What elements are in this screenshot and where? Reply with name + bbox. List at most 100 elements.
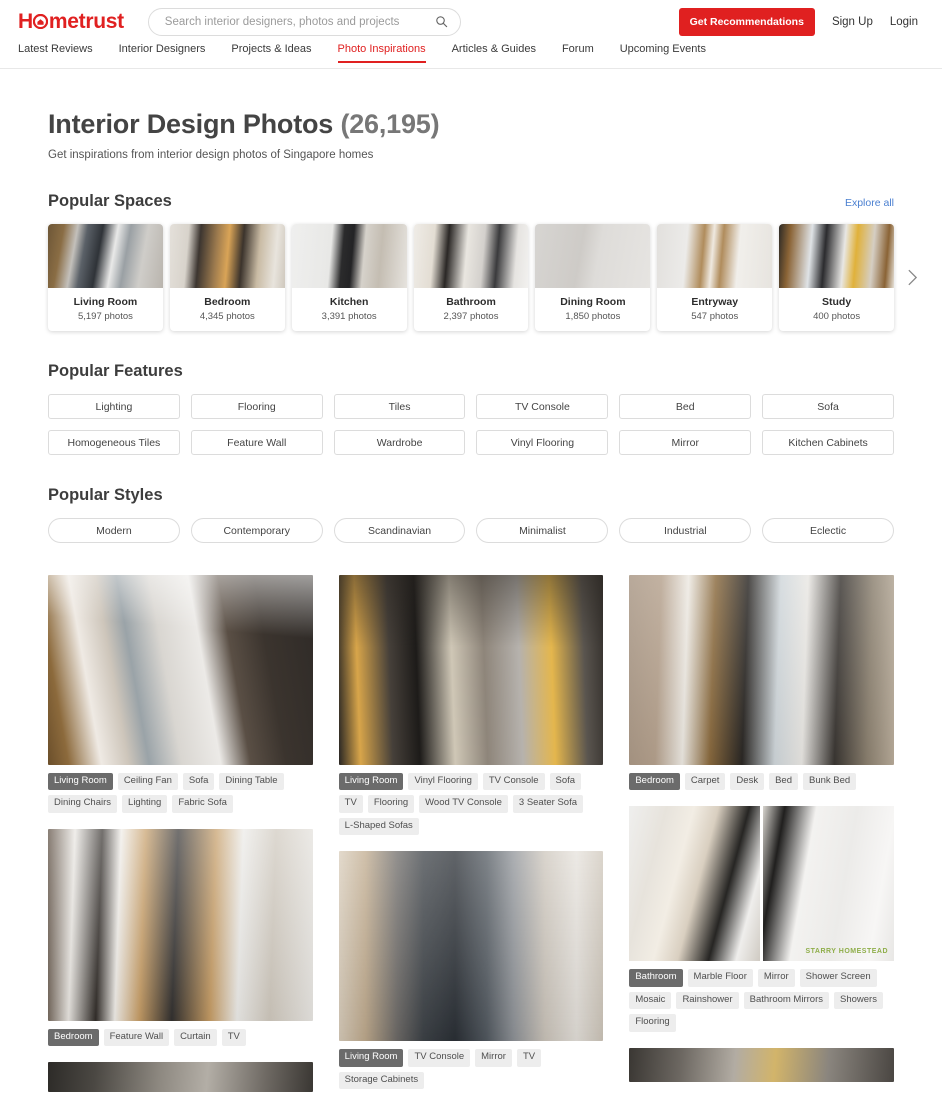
- photo-tag[interactable]: L-Shaped Sofas: [338, 817, 419, 836]
- photo-tag[interactable]: Bed: [769, 773, 798, 791]
- photo-card[interactable]: Bedroom Feature Wall Curtain TV: [48, 828, 313, 1047]
- photo-tag-primary[interactable]: Bedroom: [48, 1028, 99, 1047]
- photo-tag[interactable]: Mosaic: [629, 991, 672, 1010]
- photo-tag[interactable]: Mirror: [757, 969, 795, 987]
- photo-card[interactable]: [48, 1062, 313, 1093]
- photo-tag[interactable]: Vinyl Flooring: [408, 773, 478, 791]
- photo-tag[interactable]: Dining Table: [219, 773, 284, 791]
- login-link[interactable]: Login: [890, 16, 918, 28]
- photo-tag[interactable]: Ceiling Fan: [117, 773, 178, 791]
- photo-tag[interactable]: Dining Chairs: [48, 795, 118, 813]
- photo-tag[interactable]: Sofa: [549, 773, 582, 791]
- feature-chip-sofa[interactable]: Sofa: [762, 394, 894, 419]
- nav-item-latest-reviews[interactable]: Latest Reviews: [14, 43, 106, 63]
- feature-chip-homogeneous-tiles[interactable]: Homogeneous Tiles: [48, 430, 180, 455]
- nav-item-articles-guides[interactable]: Articles & Guides: [439, 43, 549, 63]
- photo-tag-primary[interactable]: Living Room: [338, 773, 404, 791]
- feature-chip-bed[interactable]: Bed: [619, 394, 752, 419]
- photo-tag[interactable]: Rainshower: [676, 991, 739, 1010]
- feature-chip-kitchen-cabinets[interactable]: Kitchen Cabinets: [762, 430, 894, 455]
- photo-image-bunk-bedroom[interactable]: [629, 575, 895, 765]
- photo-tag[interactable]: Flooring: [629, 1014, 676, 1032]
- photo-tag[interactable]: Marble Floor: [687, 969, 753, 987]
- photo-tag[interactable]: 3 Seater Sofa: [512, 795, 583, 813]
- sign-up-link[interactable]: Sign Up: [832, 16, 873, 28]
- space-card-entryway[interactable]: Entryway 547 photos: [657, 224, 773, 331]
- style-chip-minimalist[interactable]: Minimalist: [476, 518, 609, 543]
- photo-tag[interactable]: Feature Wall: [103, 1028, 170, 1047]
- photo-card[interactable]: [629, 1047, 895, 1082]
- nav-item-interior-designers[interactable]: Interior Designers: [106, 43, 219, 63]
- feature-chip-wardrobe[interactable]: Wardrobe: [333, 430, 466, 455]
- photo-image-living-room-tv[interactable]: [338, 575, 604, 765]
- space-name: Entryway: [691, 296, 739, 308]
- space-card-dining-room[interactable]: Dining Room 1,850 photos: [535, 224, 651, 331]
- space-card-bedroom[interactable]: Bedroom 4,345 photos: [169, 224, 285, 331]
- feature-chip-tiles[interactable]: Tiles: [333, 394, 466, 419]
- photo-tag-primary[interactable]: Living Room: [48, 773, 113, 791]
- photo-card[interactable]: Living Room TV Console Mirror TV Storage…: [338, 851, 604, 1090]
- photo-tag[interactable]: Showers: [833, 991, 883, 1010]
- photo-card[interactable]: STARRY HOMESTEAD Bathroom Marble Floor M…: [629, 806, 895, 1032]
- photo-tag[interactable]: TV Console: [408, 1049, 471, 1067]
- photo-tag[interactable]: Fabric Sofa: [172, 795, 233, 813]
- photo-tag[interactable]: Sofa: [182, 773, 215, 791]
- style-chip-modern[interactable]: Modern: [48, 518, 180, 543]
- space-card-kitchen[interactable]: Kitchen 3,391 photos: [291, 224, 407, 331]
- nav-item-photo-inspirations[interactable]: Photo Inspirations: [325, 43, 439, 63]
- search-bar[interactable]: [147, 7, 461, 36]
- style-chip-contemporary[interactable]: Contemporary: [190, 518, 323, 543]
- photo-tag[interactable]: Flooring: [367, 795, 415, 813]
- feature-chip-mirror[interactable]: Mirror: [619, 430, 752, 455]
- photo-image-living-dining[interactable]: [48, 575, 313, 765]
- photo-card[interactable]: Living Room Ceiling Fan Sofa Dining Tabl…: [48, 575, 313, 813]
- space-card-living-room[interactable]: Living Room 5,197 photos: [48, 224, 163, 331]
- search-input[interactable]: [162, 14, 435, 29]
- photo-image-bedroom-feature-wall[interactable]: [48, 828, 313, 1021]
- space-count: 1,850 photos: [565, 311, 621, 322]
- get-recommendations-button[interactable]: Get Recommendations: [678, 7, 815, 36]
- feature-chip-feature-wall[interactable]: Feature Wall: [190, 430, 323, 455]
- nav-item-forum[interactable]: Forum: [549, 43, 607, 63]
- style-chip-eclectic[interactable]: Eclectic: [762, 518, 894, 543]
- photo-image-partial-bottom[interactable]: [48, 1062, 313, 1093]
- feature-chip-lighting[interactable]: Lighting: [48, 394, 180, 419]
- search-icon[interactable]: [435, 15, 448, 28]
- nav-item-upcoming-events[interactable]: Upcoming Events: [607, 43, 719, 63]
- header-actions: Get Recommendations Sign Up Login: [678, 7, 928, 36]
- photo-tag[interactable]: Curtain: [174, 1028, 217, 1047]
- photo-tag-primary[interactable]: Bathroom: [629, 969, 683, 987]
- photo-image-bathroom-pair[interactable]: STARRY HOMESTEAD: [629, 806, 895, 962]
- photo-column-3: Bedroom Carpet Desk Bed Bunk Bed STARRY …: [629, 575, 895, 1098]
- feature-chip-vinyl-flooring[interactable]: Vinyl Flooring: [476, 430, 609, 455]
- photo-tag[interactable]: Bathroom Mirrors: [743, 991, 829, 1010]
- photo-tag[interactable]: TV: [221, 1028, 246, 1047]
- photo-tag[interactable]: Bunk Bed: [802, 773, 857, 791]
- carousel-next-button[interactable]: [902, 262, 922, 294]
- photo-tag-primary[interactable]: Living Room: [338, 1049, 404, 1067]
- photo-image-partial-bottom[interactable]: [629, 1047, 895, 1082]
- photo-tag[interactable]: Shower Screen: [799, 969, 877, 987]
- photo-card[interactable]: Living Room Vinyl Flooring TV Console So…: [338, 575, 604, 836]
- photo-tag-primary[interactable]: Bedroom: [629, 773, 680, 791]
- space-card-study[interactable]: Study 400 photos: [779, 224, 895, 331]
- style-chip-industrial[interactable]: Industrial: [619, 518, 752, 543]
- photo-tag[interactable]: Storage Cabinets: [338, 1071, 425, 1090]
- photo-tag[interactable]: Desk: [730, 773, 765, 791]
- nav-item-projects-ideas[interactable]: Projects & Ideas: [218, 43, 324, 63]
- space-card-bathroom[interactable]: Bathroom 2,397 photos: [413, 224, 529, 331]
- explore-all-link[interactable]: Explore all: [845, 197, 894, 209]
- photo-tag[interactable]: Wood TV Console: [419, 795, 508, 813]
- photo-tag[interactable]: Mirror: [475, 1049, 512, 1067]
- photo-tag[interactable]: TV: [516, 1049, 542, 1067]
- site-logo[interactable]: H metrust: [18, 10, 124, 34]
- photo-tag[interactable]: Carpet: [684, 773, 726, 791]
- photo-tag[interactable]: TV: [338, 795, 363, 813]
- photo-image-tv-console[interactable]: [338, 851, 604, 1042]
- photo-tag[interactable]: TV Console: [482, 773, 545, 791]
- feature-chip-tv-console[interactable]: TV Console: [476, 394, 609, 419]
- style-chip-scandinavian[interactable]: Scandinavian: [333, 518, 466, 543]
- feature-chip-flooring[interactable]: Flooring: [190, 394, 323, 419]
- photo-card[interactable]: Bedroom Carpet Desk Bed Bunk Bed: [629, 575, 895, 791]
- photo-tag[interactable]: Lighting: [122, 795, 168, 813]
